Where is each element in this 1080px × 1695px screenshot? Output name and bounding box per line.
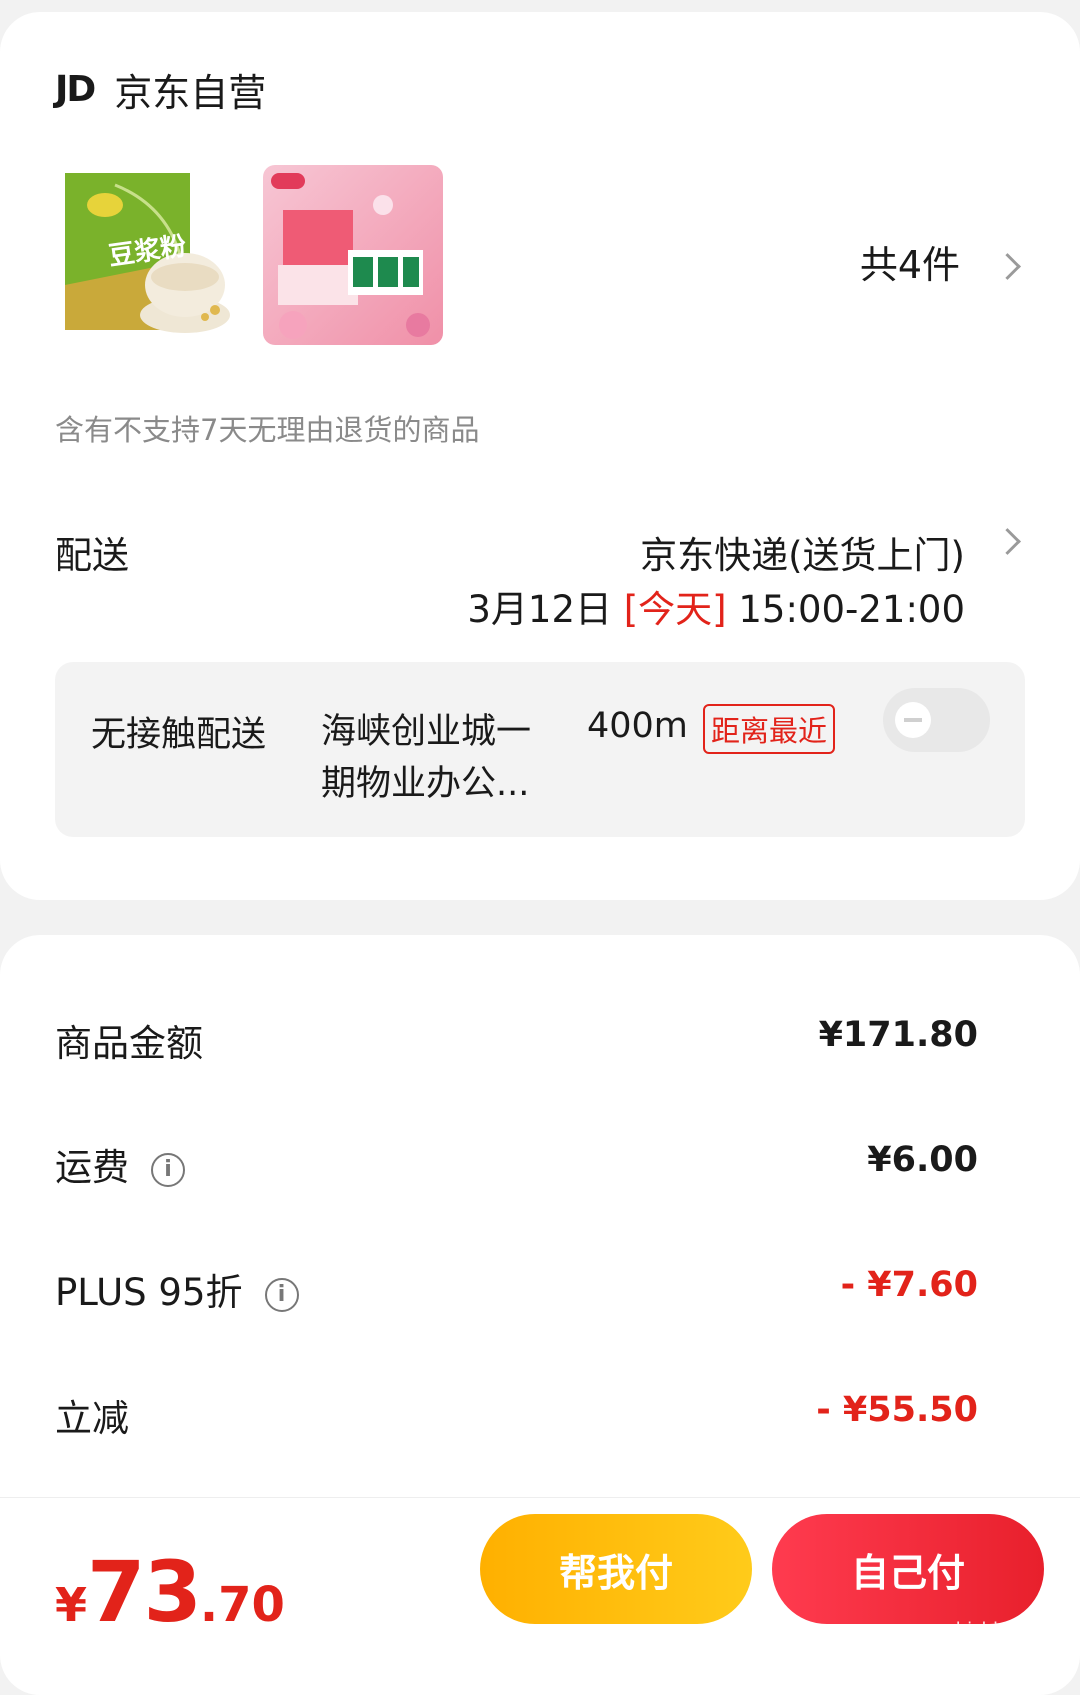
pickup-address: 海峡创业城一期物业办公... [321,712,532,804]
toggle-knob [895,702,931,738]
summary-row-goods-value: ¥171.80 [818,1015,978,1055]
summary-row-plus-label: PLUS 95折 i [55,1262,299,1316]
delivery-label: 配送 [55,534,129,577]
summary-row-discount-label: 立减 [55,1397,129,1440]
delivery-time-window: 15:00-21:00 [738,588,965,631]
contactless-toggle[interactable] [883,688,990,752]
delivery-method[interactable]: 京东快递(送货上门) [640,525,965,579]
summary-row-shipping-label: 运费 i [55,1137,185,1191]
store-header: JD 京东自营 [55,62,266,117]
product-thumbnail-2[interactable] [263,165,443,345]
info-icon[interactable]: i [264,1277,299,1312]
pay-myself-button[interactable]: 自己付 [772,1514,1044,1624]
watermark: zhizhizhi.com [946,1619,1068,1640]
contactless-delivery-box: 无接触配送 海峡创业城一期物业办公... 400m 距离最近 [55,662,1025,837]
store-name: 京东自营 [114,71,267,115]
soy-milk-powder-image: 豆浆粉 [55,165,235,345]
total-price: ¥73.70 [55,1543,285,1641]
checkout-bar: ¥73.70 帮我付 自己付 zhizhizhi.com [0,1497,1080,1646]
delivery-time[interactable]: 3月12日 [今天] 15:00-21:00 [467,579,965,633]
total-decimal: .70 [199,1577,285,1633]
summary-row-plus-value: - ¥7.60 [840,1265,978,1305]
info-icon[interactable]: i [151,1152,185,1187]
today-tag: [今天] [623,588,727,631]
jd-logo: JD [55,69,96,110]
summary-row-goods-label: 商品金额 [55,1022,203,1065]
delivery-date: 3月12日 [467,588,612,631]
nearest-badge: 距离最近 [703,704,836,754]
order-card: JD 京东自营 豆浆粉 共4件 含有不支持7天无理由退货的商品 配送 京东快递(… [0,12,1080,900]
pickup-distance: 400m [587,706,688,746]
return-policy-notice: 含有不支持7天无理由退货的商品 [55,413,480,447]
promo-banner-image [263,165,443,345]
total-integer: 73 [87,1543,202,1641]
summary-row-discount-value: - ¥55.50 [816,1390,978,1430]
product-thumbnail-1[interactable]: 豆浆粉 [55,165,235,345]
summary-row-shipping-value: ¥6.00 [867,1140,978,1180]
currency-symbol: ¥ [55,1578,88,1632]
contactless-label: 无接触配送 [91,715,267,755]
chevron-right-icon[interactable] [994,253,1021,280]
help-me-pay-button[interactable]: 帮我付 [480,1514,752,1624]
item-count[interactable]: 共4件 [860,234,960,289]
chevron-right-icon[interactable] [994,528,1021,555]
